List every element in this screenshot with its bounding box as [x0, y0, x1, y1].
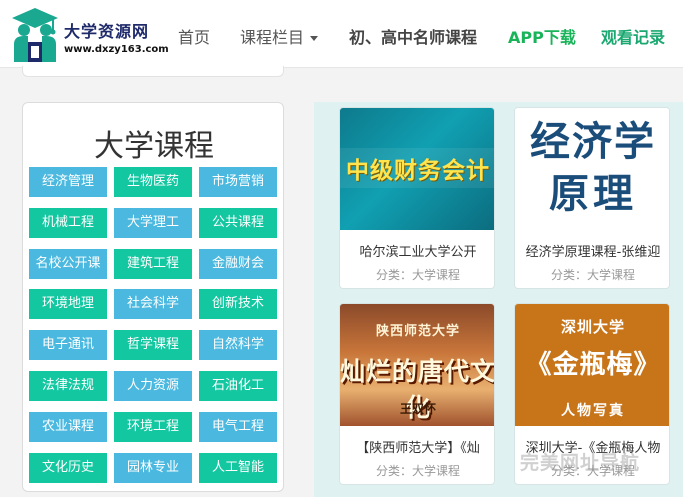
category-button[interactable]: 石油化工	[199, 371, 277, 401]
course-title[interactable]: 深圳大学-《金瓶梅人物	[515, 437, 669, 456]
thumbnail-footer: 人物写真	[561, 403, 625, 419]
nav-course-columns[interactable]: 课程栏目	[240, 24, 319, 48]
nav-course-columns-label: 课程栏目	[240, 28, 305, 47]
course-category: 分类：大学课程	[550, 464, 635, 478]
category-button[interactable]: 市场营销	[199, 167, 277, 197]
site-logo[interactable]: 大学资源网 www.dxzy163.com	[8, 6, 169, 64]
category-button[interactable]: 创新技术	[199, 289, 277, 319]
course-category: 分类：大学课程	[375, 464, 460, 478]
thumbnail-text-line2: 原理	[549, 171, 637, 217]
course-category: 分类：大学课程	[550, 268, 635, 282]
category-button[interactable]: 文化历史	[29, 453, 107, 483]
nav-home[interactable]: 首页	[178, 24, 210, 48]
top-card-edge	[22, 66, 284, 77]
category-button[interactable]: 农业课程	[29, 412, 107, 442]
category-sidebar: 大学课程 经济管理 生物医药 市场营销机械工程 大学理工 公共课程名校公开课 建筑工程 金融…	[22, 102, 284, 492]
category-button[interactable]: 电子通讯	[29, 330, 107, 360]
caret-down-icon	[310, 36, 319, 41]
course-thumbnail: 中级财务会计	[340, 108, 494, 230]
category-button[interactable]: 法律法规	[29, 371, 107, 401]
course-thumbnail: 陕西师范大学 灿烂的唐代文化 王双怀	[340, 304, 494, 426]
course-category: 分类：大学课程	[375, 268, 460, 282]
category-button[interactable]: 自然科学	[199, 330, 277, 360]
thumbnail-text-line1: 经济学	[530, 119, 656, 165]
course-panel: 中级财务会计 哈尔滨工业大学公开 分类：大学课程 经济学 原理 经济学原理课程-…	[314, 102, 683, 497]
course-title[interactable]: 哈尔滨工业大学公开	[340, 241, 494, 260]
category-button[interactable]: 环境地理	[29, 289, 107, 319]
course-card[interactable]: 陕西师范大学 灿烂的唐代文化 王双怀 【陕西师范大学】《灿 分类：大学课程	[339, 303, 495, 485]
category-button[interactable]: 大学理工	[114, 208, 192, 238]
category-button[interactable]: 名校公开课	[29, 249, 107, 279]
nav-app-download[interactable]: APP下载	[508, 24, 576, 48]
nav-famous-teachers[interactable]: 初、高中名师课程	[349, 24, 477, 48]
course-card[interactable]: 经济学 原理 经济学原理课程-张维迎 分类：大学课程	[514, 107, 670, 289]
category-button[interactable]: 机械工程	[29, 208, 107, 238]
category-button[interactable]: 环境工程	[114, 412, 192, 442]
category-button[interactable]: 生物医药	[114, 167, 192, 197]
logo-url: www.dxzy163.com	[64, 44, 169, 55]
category-button[interactable]: 建筑工程	[114, 249, 192, 279]
category-button[interactable]: 公共课程	[199, 208, 277, 238]
page: 大学资源网 www.dxzy163.com 首页 课程栏目 初、高中名师课程 A…	[0, 0, 683, 497]
thumbnail-subtitle: 陕西师范大学	[375, 324, 460, 339]
course-card[interactable]: 深圳大学 《金瓶梅》 人物写真 深圳大学-《金瓶梅人物 分类：大学课程	[514, 303, 670, 485]
sidebar-title: 大学课程	[94, 129, 214, 164]
thumbnail-subtitle: 深圳大学	[560, 318, 625, 336]
category-button[interactable]: 社会科学	[114, 289, 192, 319]
category-button[interactable]: 哲学课程	[114, 330, 192, 360]
top-navbar: 大学资源网 www.dxzy163.com 首页 课程栏目 初、高中名师课程 A…	[0, 0, 683, 68]
logo-title: 大学资源网	[64, 22, 150, 41]
nav-watch-history[interactable]: 观看记录	[601, 24, 665, 48]
course-title[interactable]: 经济学原理课程-张维迎	[515, 241, 669, 260]
course-thumbnail: 经济学 原理	[515, 108, 669, 230]
category-button[interactable]: 人工智能	[199, 453, 277, 483]
category-button[interactable]: 经济管理	[29, 167, 107, 197]
logo-icon	[12, 8, 58, 62]
thumbnail-text: 《金瓶梅》	[525, 350, 661, 380]
category-button[interactable]: 电气工程	[199, 412, 277, 442]
category-button[interactable]: 园林专业	[114, 453, 192, 483]
category-button[interactable]: 金融财会	[199, 249, 277, 279]
category-button[interactable]: 人力资源	[114, 371, 192, 401]
course-thumbnail: 深圳大学 《金瓶梅》 人物写真	[515, 304, 669, 426]
course-title[interactable]: 【陕西师范大学】《灿	[340, 437, 494, 456]
thumbnail-lecturer: 王双怀	[399, 402, 436, 416]
thumbnail-text: 中级财务会计	[346, 158, 490, 184]
course-card[interactable]: 中级财务会计 哈尔滨工业大学公开 分类：大学课程	[339, 107, 495, 289]
